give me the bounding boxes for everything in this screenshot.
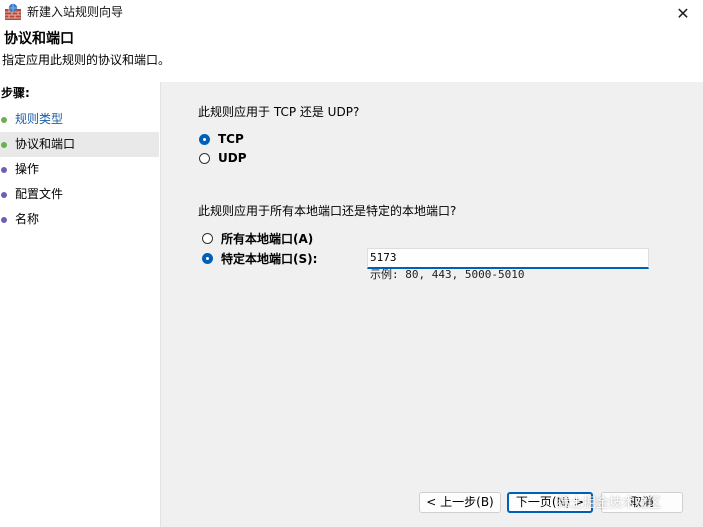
port-input[interactable]: 5173 <box>367 248 649 269</box>
protocol-question: 此规则应用于 TCP 还是 UDP? <box>198 105 360 119</box>
step-action[interactable]: 操作 <box>0 157 159 182</box>
radio-checked-icon <box>199 133 210 145</box>
step-status-icon <box>1 117 7 123</box>
step-protocol-ports[interactable]: 协议和端口 <box>0 132 159 157</box>
step-label: 配置文件 <box>15 187 64 201</box>
radio-checked-icon <box>202 253 213 264</box>
steps-sidebar: 步骤: 规则类型 协议和端口 操作 配置文件 名称 <box>0 82 161 527</box>
tcp-label: TCP <box>218 132 244 146</box>
step-profile[interactable]: 配置文件 <box>0 182 159 207</box>
tcp-radio[interactable]: TCP <box>199 132 244 146</box>
firewall-icon <box>5 3 21 20</box>
step-name[interactable]: 名称 <box>0 207 159 232</box>
back-button[interactable]: < 上一步(B) <box>419 492 501 513</box>
page-description: 指定应用此规则的协议和端口。 <box>2 53 171 67</box>
step-label: 协议和端口 <box>15 137 76 151</box>
all-ports-radio[interactable]: 所有本地端口(A) <box>202 230 313 247</box>
main-panel: 此规则应用于 TCP 还是 UDP? TCP UDP 此规则应用于所有本地端口还… <box>161 82 703 527</box>
all-ports-label: 所有本地端口(A) <box>221 232 314 246</box>
step-status-icon <box>1 142 7 148</box>
title-bar: 新建入站规则向导 ✕ <box>0 0 703 26</box>
radio-unchecked-icon <box>202 233 213 244</box>
step-status-icon <box>1 167 7 173</box>
page-title: 协议和端口 <box>4 31 74 47</box>
close-button[interactable]: ✕ <box>663 0 703 26</box>
specific-ports-label: 特定本地端口(S): <box>221 252 318 266</box>
step-label: 操作 <box>15 162 40 176</box>
window-title: 新建入站规则向导 <box>27 5 124 19</box>
ports-question: 此规则应用于所有本地端口还是特定的本地端口? <box>198 204 457 218</box>
step-status-icon <box>1 217 7 223</box>
port-example: 示例: 80, 443, 5000-5010 <box>370 268 525 281</box>
close-icon: ✕ <box>676 3 690 23</box>
steps-header: 步骤: <box>1 86 30 100</box>
radio-unchecked-icon <box>199 152 210 164</box>
udp-radio[interactable]: UDP <box>199 151 247 165</box>
step-label: 名称 <box>15 212 40 226</box>
step-label: 规则类型 <box>15 112 64 126</box>
step-status-icon <box>1 192 7 198</box>
wizard-header: 协议和端口 指定应用此规则的协议和端口。 <box>0 26 703 81</box>
specific-ports-radio[interactable]: 特定本地端口(S): <box>202 250 317 267</box>
watermark: 稀土掘金技术社区 <box>557 496 662 511</box>
step-rule-type[interactable]: 规则类型 <box>0 107 159 132</box>
udp-label: UDP <box>218 151 247 165</box>
